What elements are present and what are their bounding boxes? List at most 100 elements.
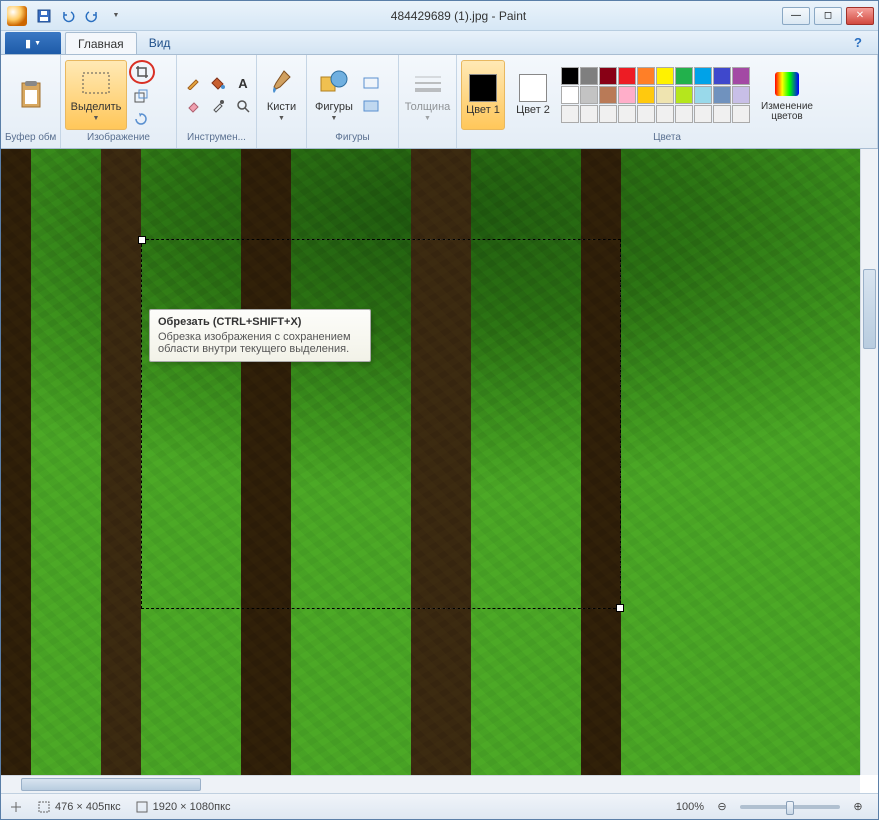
color-swatch[interactable] bbox=[675, 67, 693, 85]
window-title: 484429689 (1).jpg - Paint bbox=[135, 9, 782, 23]
color-swatch[interactable] bbox=[675, 105, 693, 123]
color-swatch[interactable] bbox=[637, 105, 655, 123]
zoom-slider[interactable] bbox=[740, 805, 840, 809]
color-swatch[interactable] bbox=[561, 67, 579, 85]
color-swatch[interactable] bbox=[599, 105, 617, 123]
paste-button[interactable] bbox=[5, 60, 56, 130]
eraser-icon[interactable] bbox=[181, 95, 205, 117]
rotate-button[interactable] bbox=[129, 108, 153, 130]
selection-rectangle[interactable] bbox=[141, 239, 621, 609]
tooltip-title: Обрезать (CTRL+SHIFT+X) bbox=[158, 316, 362, 328]
group-label: Фигуры bbox=[311, 132, 394, 146]
scroll-thumb[interactable] bbox=[863, 269, 876, 349]
redo-icon[interactable] bbox=[81, 5, 103, 27]
quick-access-toolbar: ▼ bbox=[33, 5, 127, 27]
minimize-button[interactable]: — bbox=[782, 7, 810, 25]
color-swatch[interactable] bbox=[637, 86, 655, 104]
select-rect-icon bbox=[80, 67, 112, 99]
help-icon[interactable]: ? bbox=[854, 35, 870, 51]
color-swatch[interactable] bbox=[675, 86, 693, 104]
scroll-thumb[interactable] bbox=[21, 778, 201, 791]
canvas-size: 1920 × 1080пкс bbox=[135, 800, 231, 814]
fill-icon[interactable] bbox=[206, 72, 230, 94]
crop-button[interactable] bbox=[129, 60, 155, 84]
brushes-button[interactable]: Кисти ▼ bbox=[261, 60, 302, 130]
group-label: Буфер обмена bbox=[5, 132, 56, 146]
color-swatch[interactable] bbox=[694, 86, 712, 104]
group-label bbox=[403, 132, 452, 146]
shape-fill-icon[interactable] bbox=[359, 95, 383, 117]
color-swatch[interactable] bbox=[656, 86, 674, 104]
color-swatch[interactable] bbox=[694, 105, 712, 123]
color-swatch[interactable] bbox=[713, 67, 731, 85]
zoom-level: 100% bbox=[676, 801, 704, 813]
close-button[interactable]: ✕ bbox=[846, 7, 874, 25]
horizontal-scrollbar[interactable] bbox=[1, 775, 860, 793]
color-swatch[interactable] bbox=[618, 67, 636, 85]
group-brushes: Кисти ▼ bbox=[257, 55, 307, 148]
shapes-button[interactable]: Фигуры ▼ bbox=[311, 60, 357, 130]
tab-view[interactable]: Вид bbox=[137, 32, 183, 54]
vertical-scrollbar[interactable] bbox=[860, 149, 878, 775]
color1-swatch bbox=[469, 74, 497, 102]
color-swatch[interactable] bbox=[732, 86, 750, 104]
chevron-down-icon: ▼ bbox=[331, 115, 338, 122]
slider-thumb[interactable] bbox=[786, 801, 794, 815]
zoom-controls: 100% ⊖ ⊕ bbox=[676, 796, 870, 818]
color-swatch[interactable] bbox=[656, 105, 674, 123]
group-colors: Цвет 1 Цвет 2 Изменение цветов Цвета bbox=[457, 55, 878, 148]
color-swatch[interactable] bbox=[713, 105, 731, 123]
group-image: Выделить ▼ Изображение bbox=[61, 55, 177, 148]
ribbon-tabs: ▮▼ Главная Вид ? bbox=[1, 31, 878, 55]
group-clipboard: Буфер обмена bbox=[1, 55, 61, 148]
zoom-icon[interactable] bbox=[231, 95, 255, 117]
group-label: Изображение bbox=[65, 132, 172, 146]
select-button[interactable]: Выделить ▼ bbox=[65, 60, 127, 130]
file-tab[interactable]: ▮▼ bbox=[5, 32, 61, 54]
color-swatch[interactable] bbox=[732, 67, 750, 85]
color2-button[interactable]: Цвет 2 bbox=[511, 60, 555, 130]
edit-colors-button[interactable]: Изменение цветов bbox=[756, 60, 818, 130]
shape-outline-icon[interactable] bbox=[359, 72, 383, 94]
chevron-down-icon: ▼ bbox=[424, 115, 431, 122]
group-label: Цвета bbox=[461, 132, 873, 146]
color-swatch[interactable] bbox=[732, 105, 750, 123]
save-icon[interactable] bbox=[33, 5, 55, 27]
group-label: Инструмен... bbox=[181, 132, 252, 146]
color-swatch[interactable] bbox=[580, 67, 598, 85]
color-swatch[interactable] bbox=[618, 86, 636, 104]
qat-dropdown-icon[interactable]: ▼ bbox=[105, 5, 127, 27]
pencil-icon[interactable] bbox=[181, 72, 205, 94]
maximize-button[interactable]: ◻ bbox=[814, 7, 842, 25]
color-swatch[interactable] bbox=[618, 105, 636, 123]
color2-swatch bbox=[519, 74, 547, 102]
color-swatch[interactable] bbox=[694, 67, 712, 85]
color-swatch[interactable] bbox=[580, 86, 598, 104]
undo-icon[interactable] bbox=[57, 5, 79, 27]
zoom-out-button[interactable]: ⊖ bbox=[710, 796, 734, 818]
thickness-button: Толщина ▼ bbox=[403, 60, 452, 130]
canvas-viewport[interactable] bbox=[1, 149, 860, 775]
tab-home[interactable]: Главная bbox=[65, 32, 137, 54]
group-label bbox=[261, 132, 302, 146]
cursor-pos bbox=[9, 800, 23, 814]
color1-button[interactable]: Цвет 1 bbox=[461, 60, 505, 130]
group-thickness: Толщина ▼ bbox=[399, 55, 457, 148]
resize-button[interactable] bbox=[129, 85, 153, 107]
color-swatch[interactable] bbox=[656, 67, 674, 85]
color-swatch[interactable] bbox=[637, 67, 655, 85]
color-swatch[interactable] bbox=[599, 67, 617, 85]
color-swatch[interactable] bbox=[713, 86, 731, 104]
text-icon[interactable]: A bbox=[231, 72, 255, 94]
thickness-icon bbox=[412, 67, 444, 99]
shapes-icon bbox=[318, 67, 350, 99]
canvas-area: Обрезать (CTRL+SHIFT+X) Обрезка изображе… bbox=[1, 149, 878, 793]
color-swatch[interactable] bbox=[580, 105, 598, 123]
zoom-in-button[interactable]: ⊕ bbox=[846, 796, 870, 818]
color-swatch[interactable] bbox=[599, 86, 617, 104]
color-swatch[interactable] bbox=[561, 105, 579, 123]
edit-colors-icon bbox=[771, 68, 803, 100]
color-swatch[interactable] bbox=[561, 86, 579, 104]
ribbon: Буфер обмена Выделить ▼ Изображение bbox=[1, 55, 878, 149]
picker-icon[interactable] bbox=[206, 95, 230, 117]
